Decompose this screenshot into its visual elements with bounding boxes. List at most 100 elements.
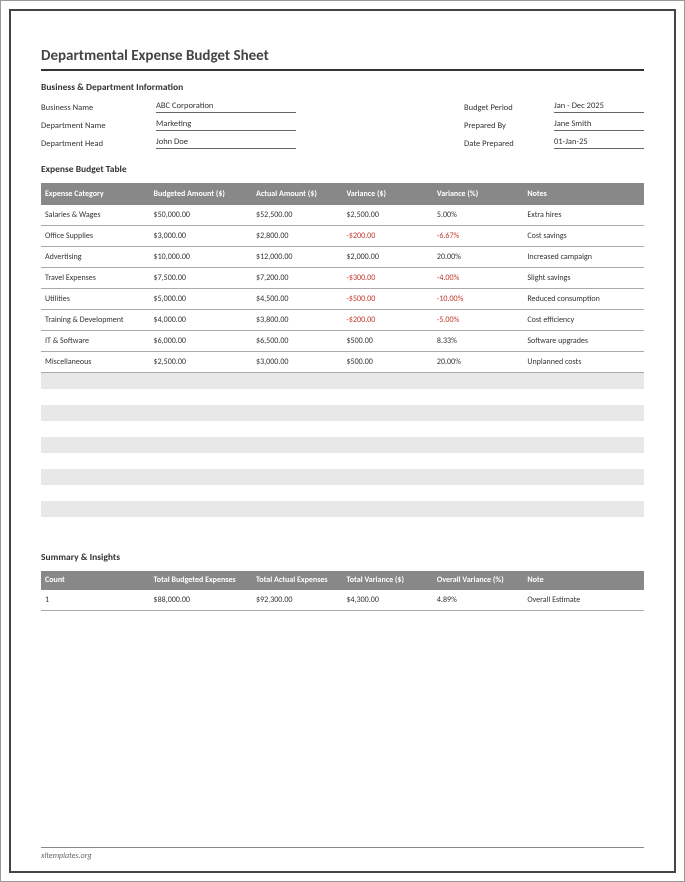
section-business-info-heading: Business & Department Information bbox=[41, 81, 644, 93]
cell: $7,500.00 bbox=[150, 268, 253, 289]
info-value: Jan - Dec 2025 bbox=[554, 101, 644, 113]
table-row: Travel Expenses$7,500.00$7,200.00-$300.0… bbox=[41, 268, 644, 289]
info-value: John Doe bbox=[156, 137, 296, 149]
info-col-right: Budget Period Jan - Dec 2025 Prepared By… bbox=[464, 101, 644, 149]
table-row: Utilities$5,000.00$4,500.00-$500.00-10.0… bbox=[41, 289, 644, 310]
cell: $12,000.00 bbox=[252, 247, 342, 268]
cell bbox=[150, 501, 253, 517]
cell bbox=[523, 453, 644, 469]
cell: $92,300.00 bbox=[252, 590, 342, 611]
cell: Utilities bbox=[41, 289, 150, 310]
table-row-blank bbox=[41, 389, 644, 405]
cell bbox=[523, 373, 644, 389]
cell bbox=[252, 501, 342, 517]
cell bbox=[433, 469, 523, 485]
cell bbox=[523, 501, 644, 517]
footer: xltemplates.org bbox=[41, 847, 644, 861]
cell bbox=[342, 437, 432, 453]
cell bbox=[150, 373, 253, 389]
cell: IT & Software bbox=[41, 331, 150, 352]
cell: Salaries & Wages bbox=[41, 205, 150, 226]
cell bbox=[342, 485, 432, 501]
cell bbox=[252, 405, 342, 421]
cell: -6.67% bbox=[433, 226, 523, 247]
cell: 8.33% bbox=[433, 331, 523, 352]
document-page: Departmental Expense Budget Sheet Busine… bbox=[9, 9, 676, 873]
cell bbox=[41, 421, 150, 437]
info-value: 01-Jan-25 bbox=[554, 137, 644, 149]
info-row: Business Name ABC Corporation bbox=[41, 101, 296, 113]
cell bbox=[41, 469, 150, 485]
cell bbox=[342, 453, 432, 469]
cell: 20.00% bbox=[433, 352, 523, 373]
cell bbox=[433, 405, 523, 421]
cell: $2,500.00 bbox=[150, 352, 253, 373]
cell bbox=[150, 469, 253, 485]
cell bbox=[433, 517, 523, 533]
cell: $52,500.00 bbox=[252, 205, 342, 226]
table-row-blank bbox=[41, 453, 644, 469]
cell: -$200.00 bbox=[342, 226, 432, 247]
cell: Miscellaneous bbox=[41, 352, 150, 373]
cell bbox=[41, 453, 150, 469]
cell bbox=[433, 437, 523, 453]
cell: $6,500.00 bbox=[252, 331, 342, 352]
cell bbox=[523, 469, 644, 485]
cell bbox=[252, 485, 342, 501]
cell bbox=[150, 405, 253, 421]
cell: $4,000.00 bbox=[150, 310, 253, 331]
cell bbox=[41, 517, 150, 533]
cell bbox=[342, 389, 432, 405]
col-header: Variance (%) bbox=[433, 183, 523, 205]
table-row: IT & Software$6,000.00$6,500.00$500.008.… bbox=[41, 331, 644, 352]
cell: Unplanned costs bbox=[523, 352, 644, 373]
cell: 1 bbox=[41, 590, 150, 611]
cell bbox=[342, 501, 432, 517]
col-header: Actual Amount ($) bbox=[252, 183, 342, 205]
cell: Extra hires bbox=[523, 205, 644, 226]
cell: 4.89% bbox=[433, 590, 523, 611]
cell bbox=[523, 485, 644, 501]
cell bbox=[150, 453, 253, 469]
cell bbox=[150, 517, 253, 533]
cell bbox=[342, 405, 432, 421]
table-row-blank bbox=[41, 373, 644, 389]
cell: $2,000.00 bbox=[342, 247, 432, 268]
info-label: Department Name bbox=[41, 121, 156, 131]
col-header: Note bbox=[523, 571, 644, 591]
info-label: Prepared By bbox=[464, 121, 554, 131]
page-title: Departmental Expense Budget Sheet bbox=[41, 47, 644, 71]
table-row-blank bbox=[41, 469, 644, 485]
cell bbox=[433, 485, 523, 501]
cell bbox=[433, 421, 523, 437]
info-value: Jane Smith bbox=[554, 119, 644, 131]
cell: Travel Expenses bbox=[41, 268, 150, 289]
table-row-blank bbox=[41, 421, 644, 437]
cell bbox=[150, 437, 253, 453]
cell bbox=[433, 453, 523, 469]
col-header: Variance ($) bbox=[342, 183, 432, 205]
cell bbox=[252, 437, 342, 453]
cell bbox=[252, 453, 342, 469]
cell: Overall Estimate bbox=[523, 590, 644, 611]
cell bbox=[433, 373, 523, 389]
table-header-row: Count Total Budgeted Expenses Total Actu… bbox=[41, 571, 644, 591]
section-summary-heading: Summary & Insights bbox=[41, 551, 644, 563]
cell: $2,500.00 bbox=[342, 205, 432, 226]
cell: Office Supplies bbox=[41, 226, 150, 247]
info-row: Prepared By Jane Smith bbox=[464, 119, 644, 131]
spacer bbox=[336, 101, 424, 149]
cell bbox=[41, 405, 150, 421]
cell: 20.00% bbox=[433, 247, 523, 268]
cell: $10,000.00 bbox=[150, 247, 253, 268]
cell: Reduced consumption bbox=[523, 289, 644, 310]
cell: $2,800.00 bbox=[252, 226, 342, 247]
info-value: ABC Corporation bbox=[156, 101, 296, 113]
cell bbox=[41, 373, 150, 389]
col-header: Count bbox=[41, 571, 150, 591]
table-row: 1 $88,000.00 $92,300.00 $4,300.00 4.89% … bbox=[41, 590, 644, 611]
info-label: Budget Period bbox=[464, 103, 554, 113]
col-header: Expense Category bbox=[41, 183, 150, 205]
cell: Training & Development bbox=[41, 310, 150, 331]
cell: $50,000.00 bbox=[150, 205, 253, 226]
